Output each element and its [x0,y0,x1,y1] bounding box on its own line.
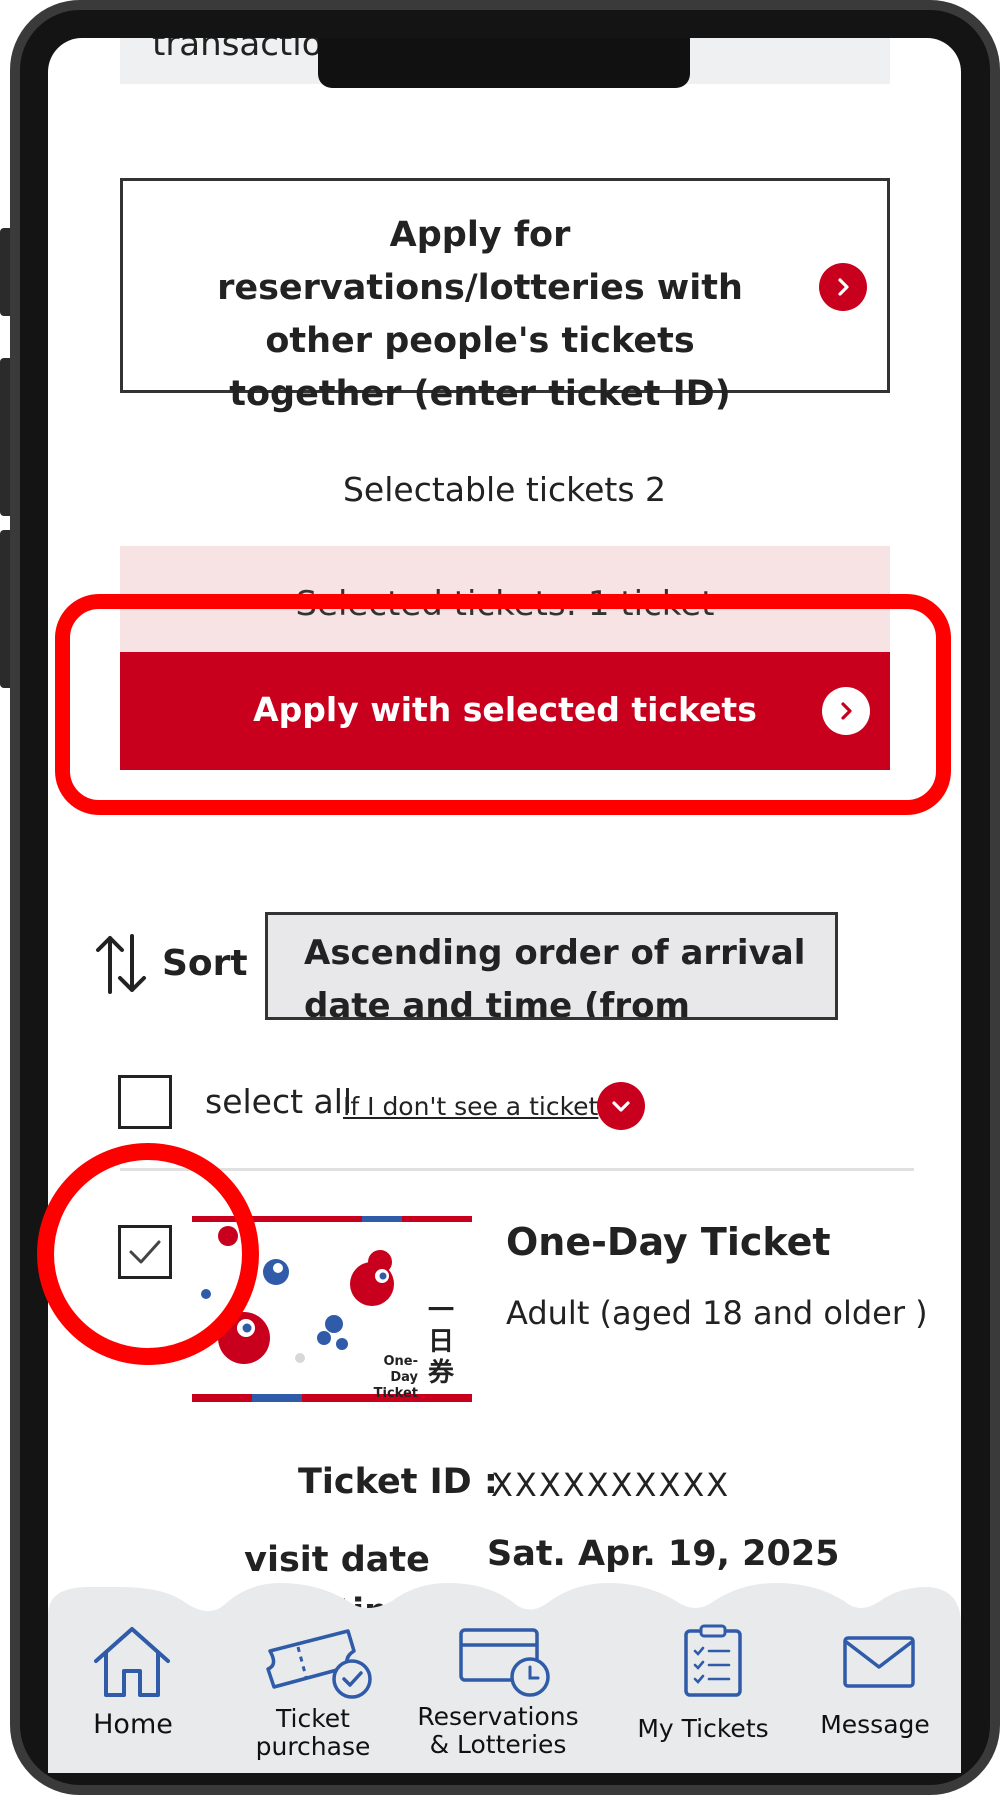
clipboard-icon [684,1624,742,1697]
ticket-id-value: XXXXXXXXXX [491,1466,731,1504]
sort-selected-value: Ascending order of arrival date and time… [304,933,806,1020]
apply-with-others-button[interactable]: Apply for reservations/lotteries with ot… [120,178,890,414]
sort-select[interactable]: Ascending order of arrival date and time… [265,912,838,1020]
nav-message[interactable]: Message [800,1575,950,1773]
select-all-checkbox[interactable] [118,1075,172,1129]
home-icon [94,1627,170,1697]
highlight-circle [37,1143,259,1365]
thumbnail-text-jp: 一日券 [428,1296,455,1388]
apply-with-others-label: Apply for reservations/lotteries with ot… [217,215,743,414]
calendar-clock-icon [459,1628,550,1697]
nav-my-tickets[interactable]: My Tickets [613,1575,793,1773]
selectable-tickets-count: Selectable tickets 2 [342,470,667,509]
bottom-navigation: Home Ticket purchase Reservations & Lott… [48,1575,961,1773]
chevron-right-icon [819,263,867,311]
sort-arrows-icon [94,932,150,1001]
chevron-down-icon[interactable] [597,1082,645,1130]
phone-notch [318,38,690,88]
missing-ticket-link[interactable]: If I don't see a ticket [343,1092,598,1121]
nav-reservations-lotteries[interactable]: Reservations & Lotteries [408,1575,588,1773]
select-all-label: select all [205,1082,353,1121]
ticket-name: One-Day Ticket [506,1220,831,1264]
envelope-icon [843,1636,915,1688]
nav-home-label: Home [93,1709,173,1740]
nav-reservations-lotteries-label: Reservations & Lotteries [417,1702,579,1759]
visit-date-value: Sat. Apr. 19, 2025 [487,1534,840,1574]
nav-ticket-purchase-label: Ticket purchase [255,1704,371,1761]
nav-home[interactable]: Home [68,1575,198,1773]
nav-ticket-purchase[interactable]: Ticket purchase [238,1575,388,1773]
sort-label: Sort [162,943,248,984]
nav-my-tickets-label: My Tickets [637,1714,769,1743]
highlight-frame [55,594,951,815]
ticket-category: Adult (aged 18 and older ) [506,1294,928,1332]
ticket-icon [266,1629,372,1699]
nav-message-label: Message [820,1710,930,1739]
thumbnail-text-en: One-Day Ticket [373,1354,418,1401]
ticket-id-label: Ticket ID : [298,1462,498,1502]
top-partial-text: transactio [152,38,323,64]
divider [120,1168,914,1171]
